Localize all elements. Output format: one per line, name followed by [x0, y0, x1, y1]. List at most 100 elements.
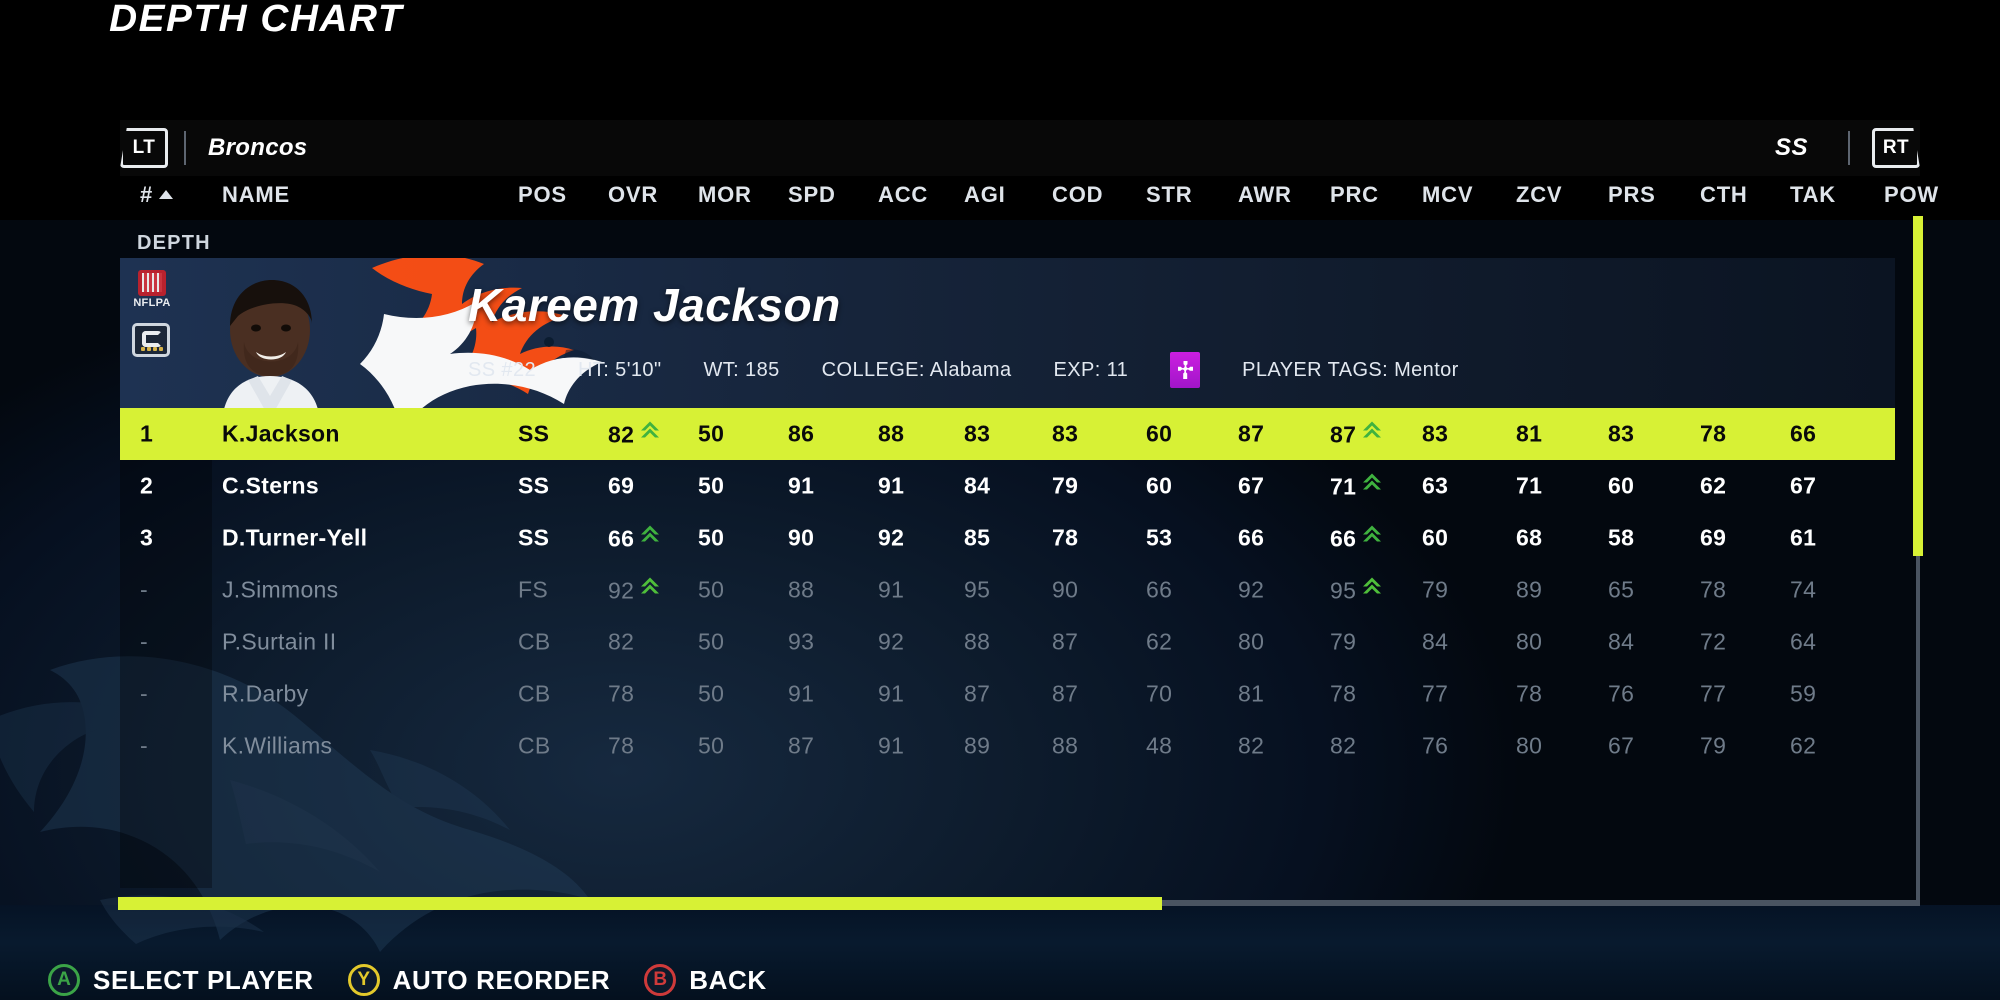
column-header-zcv[interactable]: ZCV [1516, 182, 1562, 208]
table-row[interactable]: - R.Darby CB 78 50 91 91 87 87 70 81 78 77 78 76 77 59 [120, 668, 1895, 720]
column-header-num[interactable]: # [140, 182, 174, 208]
row-stat-prs: 65 [1608, 576, 1635, 603]
row-stat-zcv: 71 [1516, 472, 1543, 499]
prompt-a[interactable]: A SELECT PLAYER [48, 964, 314, 996]
table-row[interactable]: - P.Surtain II CB 82 50 93 92 88 87 62 80 79 84 80 84 7… [120, 616, 1895, 668]
row-stat-cod: 87 [1052, 680, 1079, 707]
team-captain-icon [132, 323, 170, 357]
row-stat-mor: 50 [698, 524, 725, 551]
column-header-ovr[interactable]: OVR [608, 182, 658, 208]
column-header-cth[interactable]: CTH [1700, 182, 1748, 208]
horizontal-scrollbar-thumb[interactable] [118, 897, 1162, 910]
row-stat-awr: 82 [1238, 732, 1265, 759]
table-row[interactable]: 3 D.Turner-Yell SS 66 50 90 92 85 78 53 66 66 60 68 58… [120, 512, 1895, 564]
column-header-agi[interactable]: AGI [964, 182, 1006, 208]
row-stat-str: 48 [1146, 732, 1173, 759]
row-stat-mor: 50 [698, 732, 725, 759]
column-header-spd[interactable]: SPD [788, 182, 836, 208]
table-row[interactable]: - J.Simmons FS 92 50 88 91 95 90 66 92 95 79 89 65 78 74 [120, 564, 1895, 616]
button-a-icon: A [48, 964, 80, 996]
row-stat-mcv: 60 [1422, 524, 1449, 551]
row-stat-tak: 61 [1790, 524, 1817, 551]
column-header-prc[interactable]: PRC [1330, 182, 1379, 208]
row-stat-awr: 81 [1238, 680, 1265, 707]
position-navbar: LT Broncos SS RT [120, 120, 1920, 176]
row-stat-awr: 67 [1238, 472, 1265, 499]
row-stat-prs: 60 [1608, 472, 1635, 499]
column-header-tak[interactable]: TAK [1790, 182, 1836, 208]
right-trigger-button[interactable]: RT [1872, 128, 1920, 168]
column-header-label: PRS [1608, 182, 1656, 207]
row-depth-rank: 3 [140, 524, 154, 551]
row-depth-rank: - [140, 576, 148, 603]
player-college: COLLEGE: Alabama [821, 358, 1012, 381]
row-stat-acc: 91 [878, 680, 905, 707]
row-stat-ovr: 66 [608, 524, 661, 553]
row-stat-agi: 87 [964, 680, 991, 707]
column-header-acc[interactable]: ACC [878, 182, 928, 208]
row-stat-str: 66 [1146, 576, 1173, 603]
nflpa-shield-icon [138, 270, 166, 296]
row-stat-pos: CB [518, 732, 551, 759]
row-stat-tak: 66 [1790, 420, 1817, 447]
row-stat-zcv: 80 [1516, 732, 1543, 759]
row-stat-tak: 67 [1790, 472, 1817, 499]
row-depth-rank: - [140, 680, 148, 707]
row-stat-zcv: 89 [1516, 576, 1543, 603]
captain-c-glyph [142, 331, 162, 347]
row-stat-cod: 79 [1052, 472, 1079, 499]
table-row[interactable]: - K.Williams CB 78 50 87 91 89 88 48 82 82 76 80 67 79 6… [120, 720, 1895, 772]
row-stat-spd: 86 [788, 420, 815, 447]
upgrade-arrow-icon [639, 420, 661, 448]
vertical-scrollbar-thumb[interactable] [1913, 216, 1923, 556]
row-stat-cod: 78 [1052, 524, 1079, 551]
column-header-mcv[interactable]: MCV [1422, 182, 1473, 208]
column-header-str[interactable]: STR [1146, 182, 1192, 208]
column-header-prs[interactable]: PRS [1608, 182, 1656, 208]
row-stat-acc: 88 [878, 420, 905, 447]
row-stat-zcv: 80 [1516, 628, 1543, 655]
row-stat-awr: 66 [1238, 524, 1265, 551]
row-stat-str: 70 [1146, 680, 1173, 707]
row-stat-prc: 66 [1330, 524, 1383, 553]
row-stat-str: 60 [1146, 420, 1173, 447]
column-header-label: PRC [1330, 182, 1379, 207]
row-stat-acc: 92 [878, 524, 905, 551]
row-stat-cod: 90 [1052, 576, 1079, 603]
row-stat-pos: CB [518, 628, 551, 655]
column-header-label: ZCV [1516, 182, 1563, 207]
column-header-mor[interactable]: MOR [698, 182, 752, 208]
row-stat-mcv: 84 [1422, 628, 1449, 655]
row-stat-prc: 87 [1330, 420, 1383, 449]
row-stat-prc: 82 [1330, 732, 1357, 759]
row-stat-tak: 59 [1790, 680, 1817, 707]
row-player-name: D.Turner-Yell [222, 524, 368, 551]
prompt-y[interactable]: Y AUTO REORDER [347, 964, 611, 996]
column-header-label: POW [1884, 182, 1939, 207]
depth-chart-screen: DEPTH CHART LT Broncos SS RT # NAME POS OVR… [0, 0, 2000, 1000]
row-stat-zcv: 68 [1516, 524, 1543, 551]
column-header-awr[interactable]: AWR [1238, 182, 1292, 208]
column-header-cod[interactable]: COD [1052, 182, 1103, 208]
captain-stars [141, 347, 163, 351]
row-stat-mor: 50 [698, 576, 725, 603]
column-header-pow[interactable]: POW [1884, 182, 1939, 208]
nflpa-badge: NFLPA [132, 270, 172, 316]
table-row[interactable]: 1 K.Jackson SS 82 50 86 88 83 83 60 87 87 83 81 83 78 66 [120, 408, 1895, 460]
column-header-label: STR [1146, 182, 1193, 207]
prompt-b[interactable]: B BACK [644, 964, 767, 996]
player-weight: WT: 185 [703, 358, 780, 381]
column-header-name[interactable]: NAME [222, 182, 290, 208]
row-stat-pos: SS [518, 472, 550, 499]
left-trigger-button[interactable]: LT [120, 128, 168, 168]
row-stat-ovr: 82 [608, 420, 661, 449]
row-stat-mor: 50 [698, 628, 725, 655]
button-b-icon: B [644, 964, 677, 996]
row-stat-prc: 95 [1330, 576, 1383, 605]
table-row[interactable]: 2 C.Sterns SS 69 50 91 91 84 79 60 67 71 63 71 60 62 67 [120, 460, 1895, 512]
upgrade-arrow-icon [1361, 472, 1383, 500]
column-header-pos[interactable]: POS [518, 182, 567, 208]
row-stat-agi: 95 [964, 576, 991, 603]
lt-label: LT [132, 137, 156, 158]
row-depth-rank: - [140, 628, 148, 655]
